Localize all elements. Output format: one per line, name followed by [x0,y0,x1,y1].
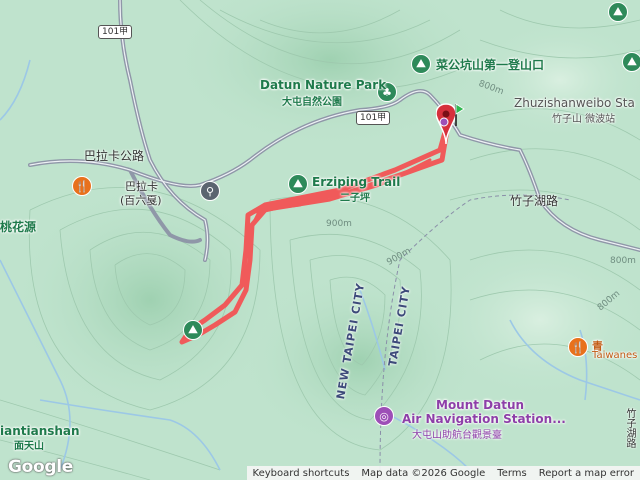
elevation-label-900-a: 900m [326,219,352,229]
route-markers[interactable] [436,100,466,146]
miantianshan-cn-label: 面天山 [14,441,44,452]
attribution-bar: Keyboard shortcuts Map data ©2026 Google… [246,466,640,480]
zhuzihu-road-vertical-label: 竹子湖路 [624,408,635,448]
google-logo[interactable]: Google [8,457,73,477]
balaka-alt-label: (百六戛) [120,194,162,207]
purple-waypoint-icon [439,117,449,127]
zhuzi-station-label[interactable]: Zhuzishanweibo Sta [514,96,635,110]
terms-link[interactable]: Terms [491,468,532,479]
air-nav-label[interactable]: Air Navigation Station... [402,412,566,426]
trailhead-icon-3[interactable]: ⛰ [608,2,628,22]
trailhead-icon[interactable]: ⛰ [411,54,431,74]
nature-park-cn-label: 大屯自然公園 [282,97,342,108]
balaka-road-label: 巴拉卡公路 [84,149,145,163]
zhuzihu-road-label: 竹子湖路 [510,194,559,208]
report-error-link[interactable]: Report a map error [533,468,640,479]
map-canvas[interactable]: ⛰ 菜公坑山第一登山口 ♣ Datun Nature Park 大屯自然公園 Z… [0,0,640,480]
erziping-trail-icon[interactable]: ⛰ [288,174,308,194]
taiwanese-en-label: Taiwanes [592,350,638,361]
miantianshan-label[interactable]: iantianshan [0,424,80,438]
start-flag-icon [455,103,465,126]
route-shield-101a: 101甲 [98,25,133,39]
restaurant-icon[interactable]: 🍴 [72,176,92,196]
map-data-label: Map data ©2026 Google [361,467,486,479]
landmark-icon[interactable]: ◎ [374,406,394,426]
caigong-trailhead-label[interactable]: 菜公坑山第一登山口 [436,56,544,73]
erziping-cn-label: 二子坪 [340,193,370,204]
restaurant-icon-2[interactable]: 🍴 [568,337,588,357]
route-shield-101a-2: 101甲 [356,111,391,125]
bus-stop-icon[interactable]: ⚲ [200,181,220,201]
erziping-trail-label[interactable]: Erziping Trail [312,175,400,189]
mount-datun-label[interactable]: Mount Datun [436,398,524,412]
trailhead-icon-2[interactable]: ⛰ [183,320,203,340]
trailhead-icon-4[interactable]: ⛰ [622,52,640,72]
air-nav-cn-label: 大屯山助航台觀景臺 [412,430,502,441]
keyboard-shortcuts-link[interactable]: Keyboard shortcuts [247,468,356,479]
taohuayuan-label[interactable]: 桃花源 [0,218,36,235]
elevation-label-800-b: 800m [610,256,636,266]
zhuzi-station-cn-label: 竹子山 微波站 [552,114,616,125]
nature-park-label[interactable]: Datun Nature Park [260,78,386,92]
